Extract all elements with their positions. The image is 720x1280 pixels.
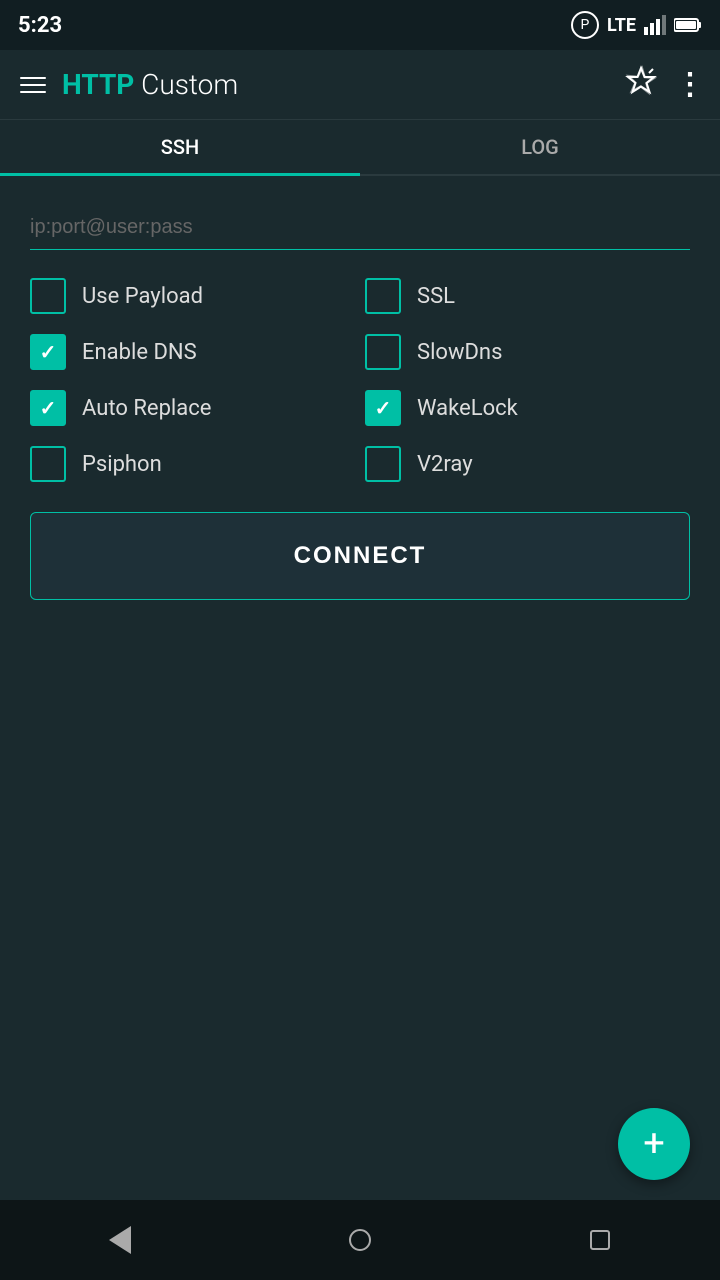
checkbox-slow-dns[interactable]: ✓ SlowDns <box>365 334 690 370</box>
nav-recent-button[interactable] <box>582 1222 618 1258</box>
checkbox-use-payload[interactable]: ✓ Use Payload <box>30 278 355 314</box>
connect-button[interactable]: CONNECT <box>30 512 690 600</box>
checkbox-auto-replace[interactable]: ✓ Auto Replace <box>30 390 355 426</box>
app-title-custom: Custom <box>134 68 238 101</box>
checkmark-wakelock: ✓ <box>375 396 392 420</box>
tab-log[interactable]: LOG <box>360 120 720 174</box>
label-ssl: SSL <box>417 284 455 309</box>
label-use-payload: Use Payload <box>82 284 203 309</box>
star-icon[interactable] <box>625 65 657 104</box>
back-icon <box>109 1226 131 1254</box>
tabs: SSH LOG <box>0 120 720 176</box>
checkbox-psiphon[interactable]: ✓ Psiphon <box>30 446 355 482</box>
app-title-http: HTTP <box>62 68 134 101</box>
app-bar-right: ⋮ <box>625 65 704 104</box>
app-bar: HTTP Custom ⋮ <box>0 50 720 120</box>
status-bar: 5:23 P LTE <box>0 0 720 50</box>
nav-back-button[interactable] <box>102 1222 138 1258</box>
signal-icon <box>644 15 666 35</box>
checkbox-box-use-payload: ✓ <box>30 278 66 314</box>
checkbox-box-wakelock: ✓ <box>365 390 401 426</box>
status-icons: P LTE <box>571 11 702 39</box>
ssh-input[interactable] <box>30 206 690 250</box>
nav-home-button[interactable] <box>342 1222 378 1258</box>
recent-icon <box>590 1230 610 1250</box>
fab-add-button[interactable]: + <box>618 1108 690 1180</box>
checkbox-ssl[interactable]: ✓ SSL <box>365 278 690 314</box>
checkbox-box-ssl: ✓ <box>365 278 401 314</box>
checkbox-box-psiphon: ✓ <box>30 446 66 482</box>
checkbox-box-enable-dns: ✓ <box>30 334 66 370</box>
more-icon[interactable]: ⋮ <box>675 67 704 102</box>
label-v2ray: V2ray <box>417 452 473 477</box>
status-time: 5:23 <box>18 13 62 38</box>
lte-label: LTE <box>607 15 636 36</box>
app-bar-left: HTTP Custom <box>16 68 238 101</box>
checkbox-v2ray[interactable]: ✓ V2ray <box>365 446 690 482</box>
hamburger-icon[interactable] <box>16 73 50 97</box>
fab-plus-icon: + <box>643 1125 665 1163</box>
checkboxes-grid: ✓ Use Payload ✓ SSL ✓ Enable DNS ✓ SlowD… <box>30 278 690 482</box>
checkbox-wakelock[interactable]: ✓ WakeLock <box>365 390 690 426</box>
app-title: HTTP Custom <box>62 68 238 101</box>
checkbox-box-slow-dns: ✓ <box>365 334 401 370</box>
checkmark-enable-dns: ✓ <box>40 340 57 364</box>
battery-icon <box>674 17 702 33</box>
label-auto-replace: Auto Replace <box>82 396 211 421</box>
home-icon <box>349 1229 371 1251</box>
tab-ssh[interactable]: SSH <box>0 120 360 174</box>
label-slow-dns: SlowDns <box>417 340 502 365</box>
pocket-icon: P <box>571 11 599 39</box>
nav-bar <box>0 1200 720 1280</box>
label-psiphon: Psiphon <box>82 452 162 477</box>
checkmark-auto-replace: ✓ <box>40 396 57 420</box>
checkbox-enable-dns[interactable]: ✓ Enable DNS <box>30 334 355 370</box>
label-enable-dns: Enable DNS <box>82 340 197 365</box>
label-wakelock: WakeLock <box>417 396 518 421</box>
checkbox-box-v2ray: ✓ <box>365 446 401 482</box>
ssh-input-container <box>30 206 690 250</box>
main-content: ✓ Use Payload ✓ SSL ✓ Enable DNS ✓ SlowD… <box>0 176 720 620</box>
checkbox-box-auto-replace: ✓ <box>30 390 66 426</box>
